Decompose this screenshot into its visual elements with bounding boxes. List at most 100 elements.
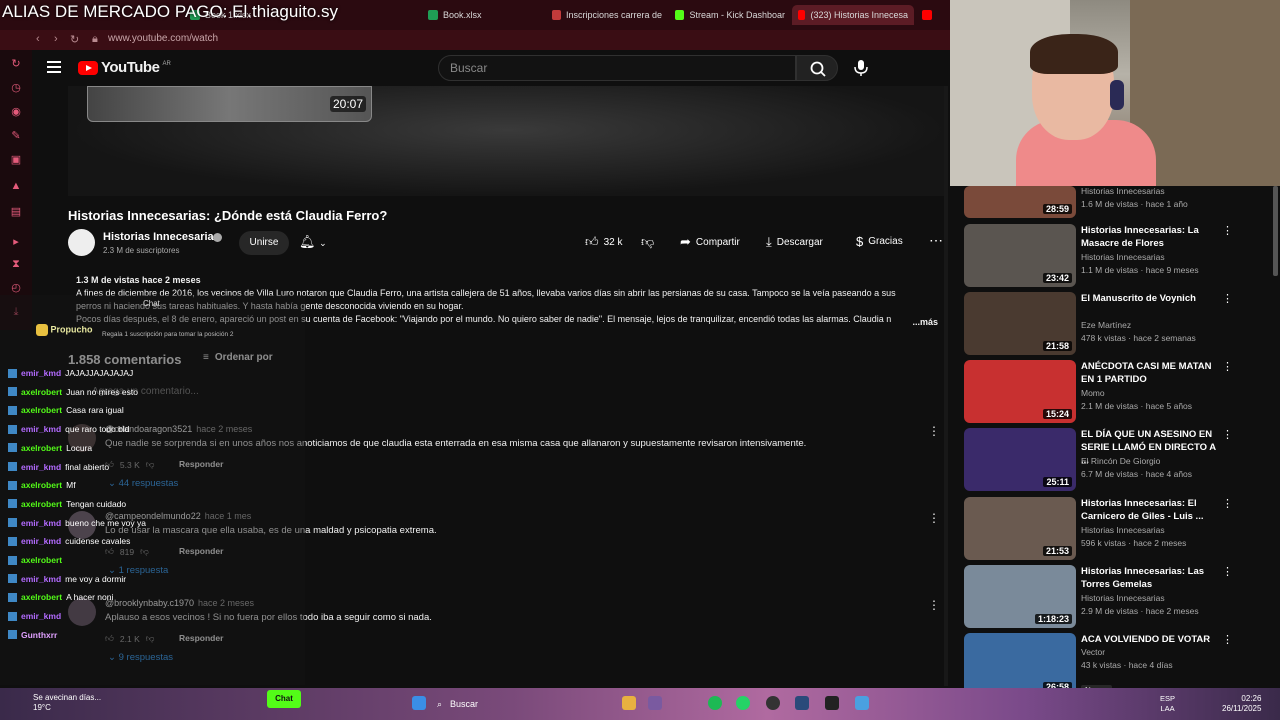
join-button[interactable]: Unirse: [239, 231, 289, 255]
video-menu-icon[interactable]: ⋮: [1222, 360, 1233, 373]
messenger-icon[interactable]: ◉: [10, 106, 22, 118]
play-icon[interactable]: ▸: [10, 236, 22, 248]
pin-icon[interactable]: ⧗: [10, 258, 22, 270]
chat-username[interactable]: axelrobert: [21, 588, 62, 606]
refresh-icon[interactable]: ↻: [10, 58, 22, 70]
page-scrollbar[interactable]: [944, 86, 948, 686]
forward-icon[interactable]: ›: [54, 33, 58, 45]
chat-username[interactable]: emir_kmd: [21, 458, 61, 476]
steam-icon[interactable]: [795, 696, 809, 710]
recommended-video[interactable]: 23:42 Historias Innecesarias: La Masacre …: [964, 224, 1264, 288]
bookmarks-icon[interactable]: ✎: [10, 130, 22, 142]
share-button[interactable]: ➦ Compartir: [680, 234, 740, 250]
chat-username[interactable]: axelrobert: [21, 401, 62, 419]
chat-username[interactable]: emir_kmd: [21, 514, 61, 532]
whatsapp-icon[interactable]: [736, 696, 750, 710]
video-thumbnail[interactable]: 23:42: [964, 224, 1076, 287]
recommended-title[interactable]: ANÉCDOTA CASI ME MATAN EN 1 PARTIDO: [1081, 360, 1219, 386]
video-thumbnail[interactable]: 25:11: [964, 428, 1076, 491]
twitch-icon[interactable]: ▤: [10, 206, 22, 218]
clock-icon[interactable]: ◴: [10, 282, 22, 294]
obs-icon[interactable]: [766, 696, 780, 710]
video-menu-icon[interactable]: ⋮: [1222, 292, 1233, 305]
chat-username[interactable]: axelrobert: [21, 383, 62, 401]
video-menu-icon[interactable]: ⋮: [1222, 633, 1233, 646]
chat-username[interactable]: axelrobert: [21, 495, 62, 513]
video-menu-icon[interactable]: ⋮: [1222, 565, 1233, 578]
app-icon[interactable]: [648, 696, 662, 710]
recommended-title[interactable]: Historias Innecesarias: La Masacre de Fl…: [1081, 224, 1219, 250]
back-icon[interactable]: ‹: [36, 33, 40, 45]
chat-username[interactable]: axelrobert: [21, 551, 62, 569]
tab-inscripciones[interactable]: Inscripciones carrera de: [552, 5, 662, 25]
video-thumbnail[interactable]: 21:58: [964, 292, 1076, 355]
tab-youtube-2[interactable]: [922, 5, 950, 25]
chat-username[interactable]: emir_kmd: [21, 607, 61, 625]
file-explorer-icon[interactable]: [622, 696, 636, 710]
video-menu-icon[interactable]: ⋮: [1222, 428, 1233, 441]
like-button[interactable]: 👍︎ 32 k: [585, 234, 623, 250]
reload-icon[interactable]: ↻: [70, 33, 79, 46]
video-thumbnail[interactable]: 28:59: [964, 186, 1076, 218]
comment-menu-icon[interactable]: ⋮: [928, 598, 940, 612]
history-icon[interactable]: ◷: [10, 82, 22, 94]
recommended-title[interactable]: Historias Innecesarias: Las Torres Gemel…: [1081, 565, 1219, 591]
recommended-title[interactable]: Historias Innecesarias: El Carnicero de …: [1081, 497, 1219, 523]
notification-bell-button[interactable]: 🔔︎ ⌄: [299, 234, 327, 250]
video-menu-icon[interactable]: ⋮: [1222, 497, 1233, 510]
triangle-icon[interactable]: ▲: [10, 180, 22, 192]
language-indicator[interactable]: ESP LAA: [1160, 694, 1175, 714]
channel-name[interactable]: Historias Innecesarias: [103, 231, 220, 243]
comment-menu-icon[interactable]: ⋮: [928, 511, 940, 525]
comment-menu-icon[interactable]: ⋮: [928, 424, 940, 438]
video-thumbnail[interactable]: 26:58: [964, 633, 1076, 696]
channel-avatar[interactable]: [68, 229, 95, 256]
recommended-title[interactable]: ACA VOLVIENDO DE VOTAR: [1081, 633, 1219, 646]
epic-games-icon[interactable]: [825, 696, 839, 710]
recommended-channel[interactable]: Momo: [1081, 388, 1105, 398]
recommended-video[interactable]: 1:18:23 Historias Innecesarias: Las Torre…: [964, 565, 1264, 629]
chat-username[interactable]: emir_kmd: [21, 570, 61, 588]
mail-icon[interactable]: ▣: [10, 154, 22, 166]
search-button[interactable]: [796, 55, 838, 81]
recommended-channel[interactable]: Historias Innecesarias: [1081, 186, 1165, 196]
recommended-channel[interactable]: Eze Martínez: [1081, 320, 1131, 330]
dislike-button[interactable]: 👎︎: [641, 234, 654, 250]
chat-toggle-button[interactable]: Chat: [267, 690, 301, 708]
url-field[interactable]: www.youtube.com/watch: [108, 33, 218, 44]
tab-book-xlsx[interactable]: Book.xlsx: [428, 5, 528, 25]
system-clock[interactable]: 02:26 26/11/2025: [1222, 694, 1261, 714]
notepad-icon[interactable]: [855, 696, 869, 710]
recommended-video[interactable]: 21:53 Historias Innecesarias: El Carnicer…: [964, 497, 1264, 561]
windows-start-icon[interactable]: [412, 696, 426, 710]
chat-username[interactable]: axelrobert: [21, 476, 62, 494]
chat-username[interactable]: emir_kmd: [21, 364, 61, 382]
video-thumbnail[interactable]: 21:53: [964, 497, 1076, 560]
recommended-channel[interactable]: Historias Innecesarias: [1081, 593, 1165, 603]
voice-search-button[interactable]: [848, 55, 874, 81]
weather-widget[interactable]: Se avecinan días... 19°C: [33, 693, 101, 713]
menu-icon[interactable]: [47, 61, 61, 73]
chat-username[interactable]: axelrobert: [21, 439, 62, 457]
chat-username[interactable]: emir_kmd: [21, 420, 61, 438]
video-menu-icon[interactable]: ⋮: [1222, 224, 1233, 237]
more-actions-icon[interactable]: ⋯: [929, 232, 943, 249]
youtube-logo[interactable]: YouTube AR: [78, 59, 171, 76]
chat-username[interactable]: emir_kmd: [21, 532, 61, 550]
recommended-channel[interactable]: Vector: [1081, 647, 1105, 657]
recommended-channel[interactable]: El Rincón De Giorgio: [1081, 456, 1160, 466]
show-more-link[interactable]: ...más: [909, 316, 938, 329]
spotify-icon[interactable]: [708, 696, 722, 710]
tab-youtube-active[interactable]: (323) Historias Innecesa: [792, 5, 914, 25]
recommended-video[interactable]: 21:58 El Manuscrito de Voynich Eze Martíne…: [964, 292, 1264, 356]
recommended-channel[interactable]: Historias Innecesarias: [1081, 252, 1165, 262]
thanks-button[interactable]: $ Gracias: [856, 234, 903, 249]
sidebar-scrollbar[interactable]: [1273, 186, 1278, 276]
download-button[interactable]: ⤓ Descargar: [766, 234, 823, 250]
video-thumbnail[interactable]: 15:24: [964, 360, 1076, 423]
tab-kick-dashboard[interactable]: Stream - Kick Dashboar: [675, 5, 785, 25]
recommended-video[interactable]: 25:11 EL DÍA QUE UN ASESINO EN SERIE LLAM…: [964, 428, 1264, 492]
video-thumbnail[interactable]: 1:18:23: [964, 565, 1076, 628]
search-input[interactable]: Buscar: [438, 55, 796, 81]
chat-username[interactable]: Gunthxrr: [21, 626, 57, 644]
